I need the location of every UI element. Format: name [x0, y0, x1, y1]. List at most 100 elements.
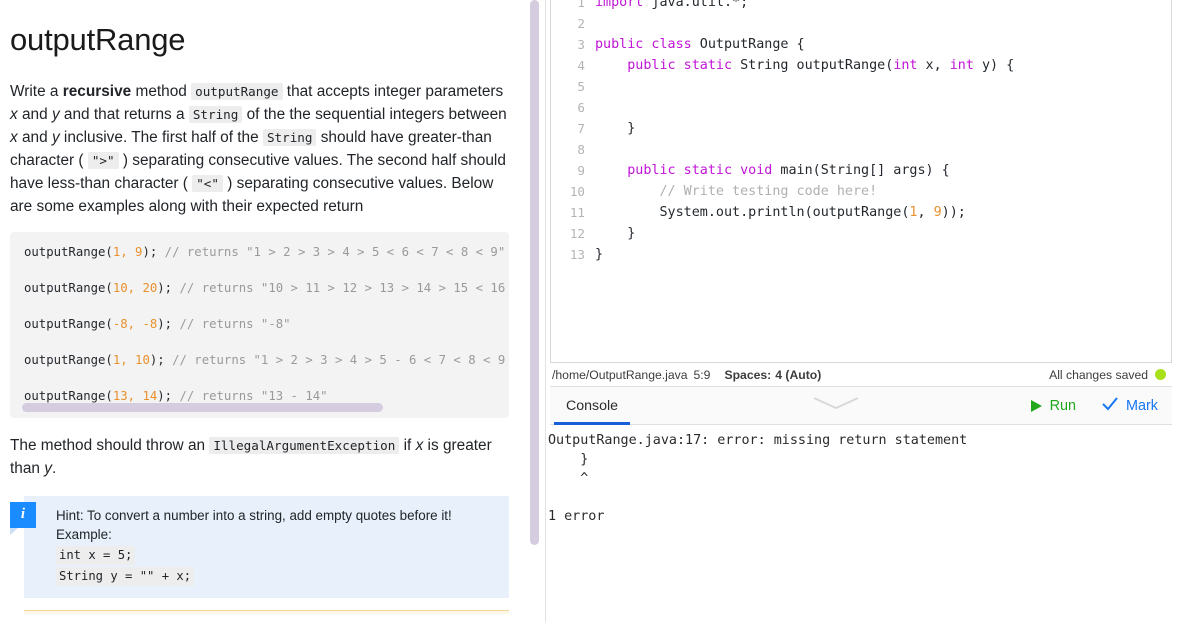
line-number: 8	[577, 142, 585, 157]
line-number: 9	[577, 163, 585, 178]
tab-console-label: Console	[566, 397, 619, 414]
example-line: outputRange(1, 10); // returns "1 > 2 > …	[24, 352, 509, 368]
file-path: /home/OutputRange.java	[552, 367, 688, 382]
line-number: 5	[577, 79, 585, 94]
example-args: 13, 14	[112, 388, 158, 403]
hint-code-2: String y = "" + x;	[56, 566, 195, 586]
code-line: 7 }	[551, 118, 1171, 139]
example-line: outputRange(-8, -8); // returns "-8"	[24, 316, 495, 332]
console-tab-bar: Console Run Mark	[550, 387, 1172, 425]
scrollbar-thumb[interactable]	[22, 402, 383, 412]
description-paragraph: Write a recursive method outputRange tha…	[10, 82, 507, 215]
console-actions: Run Mark	[1030, 396, 1172, 415]
play-icon	[1030, 399, 1042, 412]
page-title: outputRange	[10, 22, 186, 57]
example-args: -8, -8	[112, 316, 158, 331]
example-call-prefix: outputRange(	[24, 316, 113, 331]
line-content: import java.util.*;	[595, 0, 749, 10]
example-call-suffix: );	[149, 352, 165, 367]
hint-code-1: int x = 5;	[56, 545, 136, 565]
example-call-prefix: outputRange(	[24, 388, 113, 403]
example-line: outputRange(10, 20); // returns "10 > 11…	[24, 280, 509, 296]
hint-line-1: Hint: To convert a number into a string,…	[56, 507, 452, 523]
editor-status-bar: /home/OutputRange.java 5:9 Spaces: 4 (Au…	[550, 363, 1172, 387]
throws-paragraph: The method should throw an IllegalArgume…	[10, 436, 492, 477]
example-line: outputRange(1, 9); // returns "1 > 2 > 3…	[24, 244, 505, 260]
line-number: 11	[569, 205, 585, 220]
code-exercise-app: outputRange Write a recursive method out…	[0, 0, 1178, 622]
example-comment: // returns "10 > 11 > 12 > 13 > 14 > 15 …	[179, 280, 509, 295]
run-button-label: Run	[1049, 397, 1077, 414]
problem-panel: outputRange Write a recursive method out…	[0, 0, 546, 622]
problem-description: Write a recursive method outputRange tha…	[10, 80, 509, 218]
check-icon	[1102, 396, 1118, 415]
line-content: System.out.println(outputRange(1, 9));	[595, 205, 966, 220]
example-line: outputRange(13, 14); // returns "13 - 14…	[24, 388, 495, 404]
line-number: 3	[577, 37, 585, 52]
code-line: 4 public static String outputRange(int x…	[551, 55, 1171, 76]
line-content: public static String outputRange(int x, …	[627, 58, 1015, 73]
code-editor-content[interactable]: 1 import java.util.*; 2 3 public class Out…	[551, 0, 1171, 265]
line-number: 2	[577, 16, 585, 31]
example-comment: // returns "1 > 2 > 3 > 4 > 5 - 6 < 7 < …	[172, 352, 509, 367]
code-line: 3 public class OutputRange {	[551, 34, 1171, 55]
problem-scroll-content: outputRange Write a recursive method out…	[0, 0, 531, 614]
scrollbar-thumb[interactable]	[530, 0, 539, 545]
chevron-down-icon[interactable]	[808, 395, 864, 411]
example-args: 1, 9	[112, 244, 143, 259]
code-line: 12 }	[551, 223, 1171, 244]
mark-button[interactable]: Mark	[1102, 396, 1158, 415]
examples-horizontal-scrollbar[interactable]	[22, 402, 497, 412]
line-number: 12	[569, 226, 585, 241]
code-editor[interactable]: 1 import java.util.*; 2 3 public class Out…	[550, 0, 1172, 363]
example-comment: // returns "-8"	[172, 316, 291, 331]
indent-value[interactable]: 4 (Auto)	[775, 368, 821, 382]
examples-list: outputRange(1, 9); // returns "1 > 2 > 3…	[10, 244, 509, 412]
run-button[interactable]: Run	[1030, 397, 1077, 414]
code-line: 5	[551, 76, 1171, 97]
problem-vertical-scrollbar[interactable]	[530, 0, 539, 622]
hint-callout: i Hint: To convert a number into a strin…	[10, 495, 509, 598]
line-content: public static void main(String[] args) {	[627, 163, 950, 178]
example-comment: // returns "13 - 14"	[172, 388, 328, 403]
example-comment: // returns "1 > 2 > 3 > 4 > 5 < 6 < 7 < …	[157, 244, 506, 259]
example-call-prefix: outputRange(	[24, 280, 113, 295]
tab-console[interactable]: Console	[550, 387, 634, 425]
info-icon: i	[10, 501, 36, 535]
code-line: 13}	[551, 244, 1171, 265]
example-call-suffix: );	[157, 388, 173, 403]
hint-line-2: Example:	[56, 526, 112, 542]
saved-indicator-dot	[1155, 369, 1166, 380]
example-call-suffix: );	[157, 316, 173, 331]
console-output[interactable]: OutputRange.java:17: error: missing retu…	[546, 425, 1178, 622]
line-content: }	[595, 226, 636, 241]
indent-label[interactable]: Spaces:	[724, 368, 771, 382]
editor-panel: 1 import java.util.*; 2 3 public class Out…	[546, 0, 1178, 622]
line-number: 6	[577, 100, 585, 115]
line-number: 7	[577, 121, 585, 136]
examples-code-block: outputRange(1, 9); // returns "1 > 2 > 3…	[10, 231, 509, 418]
code-line: 9 public static void main(String[] args)…	[551, 160, 1171, 181]
example-call-suffix: );	[142, 244, 158, 259]
example-call-prefix: outputRange(	[24, 352, 113, 367]
code-line: 1 import java.util.*;	[551, 0, 1171, 13]
save-status-text: All changes saved	[1049, 367, 1148, 382]
mark-button-label: Mark	[1126, 397, 1158, 414]
example-call-prefix: outputRange(	[24, 244, 113, 259]
line-number: 10	[569, 184, 585, 199]
code-line: 11 System.out.println(outputRange(1, 9))…	[551, 202, 1171, 223]
example-call-suffix: );	[157, 280, 173, 295]
line-content: }	[595, 247, 604, 262]
line-content: // Write testing code here!	[595, 184, 878, 199]
code-line: 2	[551, 13, 1171, 34]
line-content: public class OutputRange {	[595, 37, 805, 52]
next-callout-edge	[24, 609, 509, 614]
code-line: 8	[551, 139, 1171, 160]
save-status: All changes saved	[1049, 368, 1166, 382]
line-content: }	[595, 121, 636, 136]
line-number: 13	[569, 247, 585, 262]
problem-throws-note: The method should throw an IllegalArgume…	[10, 434, 509, 480]
code-line: 10 // Write testing code here!	[551, 181, 1171, 202]
code-line: 6	[551, 97, 1171, 118]
cursor-position: 5:9	[693, 367, 711, 382]
